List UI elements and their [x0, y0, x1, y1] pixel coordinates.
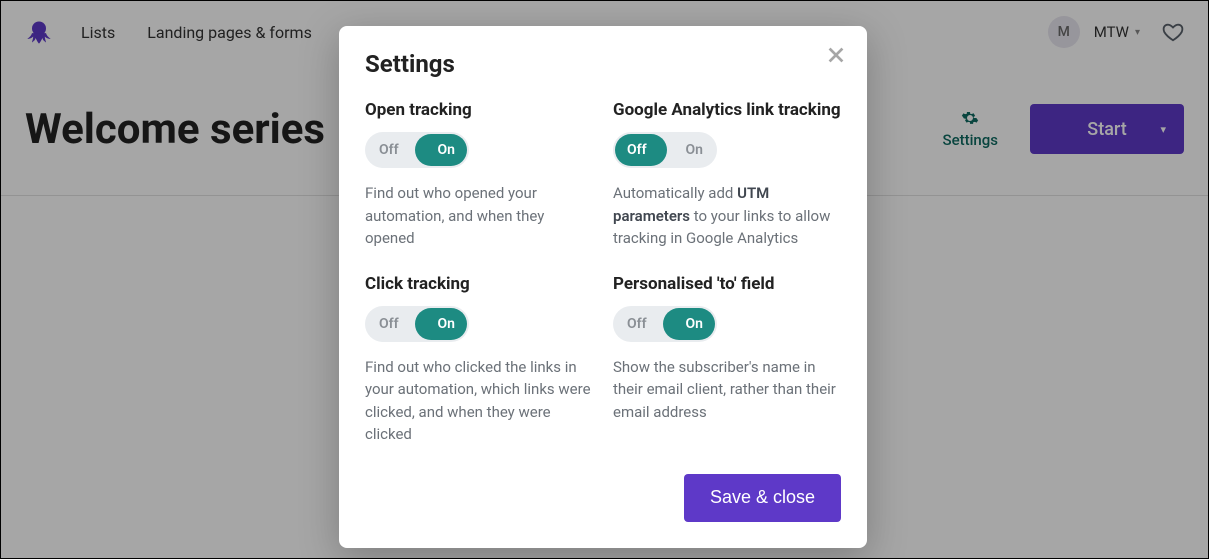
open-tracking-title: Open tracking [365, 100, 593, 120]
toggle-on-label: On [438, 142, 455, 158]
save-close-button[interactable]: Save & close [684, 474, 841, 522]
toggle-off-label: Off [379, 316, 399, 332]
click-tracking-title: Click tracking [365, 274, 593, 294]
click-tracking-toggle[interactable]: Off On [365, 306, 469, 342]
personalised-to-desc: Show the subscriber's name in their emai… [613, 356, 841, 424]
desc-prefix: Automatically add [613, 184, 737, 202]
ga-tracking-block: Google Analytics link tracking Off On Au… [613, 100, 841, 250]
click-tracking-desc: Find out who clicked the links in your a… [365, 356, 593, 446]
toggle-on-label: On [686, 316, 703, 332]
ga-tracking-desc: Automatically add UTM parameters to your… [613, 182, 841, 250]
settings-modal: Settings Open tracking Off On Find out w… [339, 26, 867, 548]
toggle-off-label: Off [379, 142, 399, 158]
personalised-to-title: Personalised 'to' field [613, 274, 841, 294]
open-tracking-block: Open tracking Off On Find out who opened… [365, 100, 593, 250]
modal-footer: Save & close [365, 474, 841, 522]
personalised-to-block: Personalised 'to' field Off On Show the … [613, 274, 841, 424]
toggle-off-label: Off [627, 142, 647, 158]
open-tracking-desc: Find out who opened your automation, and… [365, 182, 593, 250]
close-icon[interactable] [825, 44, 847, 66]
personalised-to-toggle[interactable]: Off On [613, 306, 717, 342]
toggle-off-label: Off [627, 316, 647, 332]
toggle-on-label: On [438, 316, 455, 332]
modal-title: Settings [365, 50, 841, 78]
ga-tracking-title: Google Analytics link tracking [613, 100, 841, 120]
click-tracking-block: Click tracking Off On Find out who click… [365, 274, 593, 446]
ga-tracking-toggle[interactable]: Off On [613, 132, 717, 168]
toggle-on-label: On [686, 142, 703, 158]
open-tracking-toggle[interactable]: Off On [365, 132, 469, 168]
